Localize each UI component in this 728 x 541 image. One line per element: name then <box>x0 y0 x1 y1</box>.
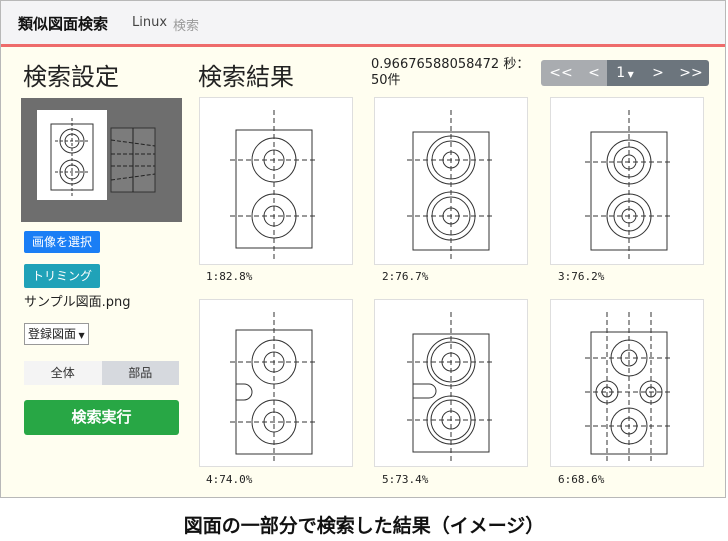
result-drawing <box>407 110 495 260</box>
pagination: << < 1 ▼ > >> <box>541 60 709 86</box>
result-card[interactable] <box>374 299 528 467</box>
result-drawing <box>585 110 673 260</box>
scope-part-option[interactable]: 部品 <box>101 361 179 385</box>
brand-title[interactable]: 類似図面検索 <box>18 13 108 34</box>
results-heading: 検索結果 <box>198 63 294 91</box>
result-card[interactable] <box>199 97 353 265</box>
app-window: 類似図面検索 Linux 検索 検索設定 検索結果 0.966765880584… <box>0 0 726 498</box>
result-score: 2:76.7% <box>382 270 429 283</box>
result-drawing <box>230 312 318 462</box>
result-drawing <box>230 110 318 260</box>
run-search-button[interactable]: 検索実行 <box>24 400 179 435</box>
pager-next-button[interactable]: > <box>643 60 673 86</box>
query-drawing <box>37 110 156 200</box>
file-name: サンプル図面.png <box>24 295 131 310</box>
target-dropdown-value: 登録図面 <box>28 327 77 341</box>
nav-link-linux[interactable]: Linux <box>132 15 167 30</box>
result-drawing <box>585 312 673 462</box>
scope-whole-option[interactable]: 全体 <box>24 361 102 385</box>
scope-toggle: 全体 部品 <box>24 361 179 385</box>
result-card[interactable] <box>550 299 704 467</box>
target-dropdown[interactable]: 登録図面 ▼ <box>24 323 89 345</box>
caret-down-icon: ▼ <box>76 331 85 340</box>
result-card[interactable] <box>550 97 704 265</box>
query-image-preview[interactable] <box>21 98 182 222</box>
nav-link-search[interactable]: 検索 <box>173 15 199 34</box>
search-timing: 0.96676588058472 秒：50件 <box>371 57 530 88</box>
result-score: 3:76.2% <box>558 270 605 283</box>
caret-down-icon: ▼ <box>625 70 634 79</box>
trim-button[interactable]: トリミング <box>24 264 100 288</box>
figure-caption: 図面の一部分で検索した結果（イメージ） <box>183 515 545 537</box>
result-score: 5:73.4% <box>382 473 429 486</box>
pager-prev-button[interactable]: < <box>581 60 607 86</box>
select-image-button[interactable]: 画像を選択 <box>24 231 100 253</box>
navbar: 類似図面検索 Linux 検索 <box>1 1 725 47</box>
pager-last-button[interactable]: >> <box>673 60 709 86</box>
result-score: 1:82.8% <box>206 270 253 283</box>
result-drawing <box>407 312 495 462</box>
pager-first-button[interactable]: << <box>541 60 581 86</box>
settings-heading: 検索設定 <box>23 63 119 91</box>
pager-page-number: 1 <box>616 65 626 81</box>
pager-page-dropdown[interactable]: 1 ▼ <box>607 60 643 86</box>
result-card[interactable] <box>374 97 528 265</box>
result-score: 4:74.0% <box>206 473 253 486</box>
result-score: 6:68.6% <box>558 473 605 486</box>
result-card[interactable] <box>199 299 353 467</box>
